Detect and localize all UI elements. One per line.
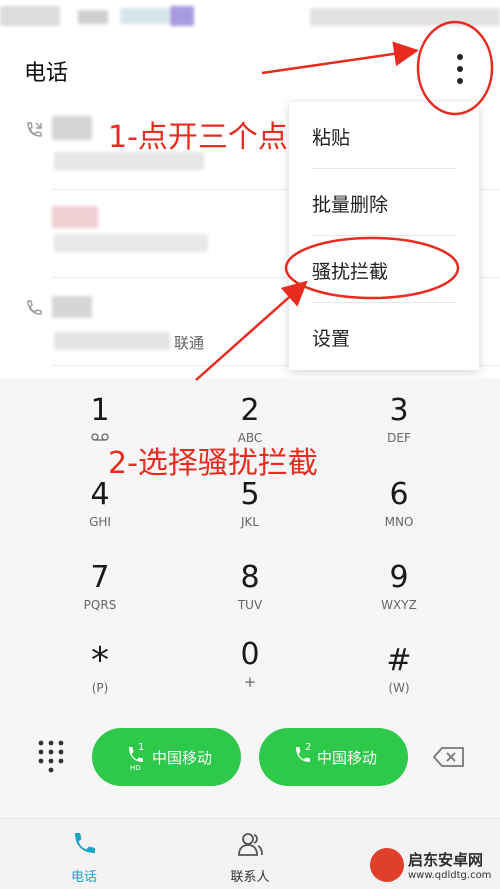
status-blur [0,6,60,26]
key-8[interactable]: 8 TUV [200,561,300,631]
nav-tab-contacts[interactable]: 联系人 [190,819,310,889]
key-letters: TUV [237,598,263,612]
status-blur [310,8,500,26]
key-digit: 1 [90,393,110,428]
key-digit: 6 [389,477,409,512]
key-letters: JKL [240,515,260,529]
backspace-icon[interactable] [433,746,465,768]
overflow-menu: 粘贴 批量删除 骚扰拦截 设置 [289,102,479,370]
key-letters: GHI [89,515,111,529]
menu-item-label: 批量删除 [312,194,389,216]
sim-number: 1 [138,742,145,753]
status-blur [78,10,108,24]
key-letters: (W) [388,681,410,695]
key-digit: 0 [240,637,260,672]
key-hash[interactable]: # (W) [349,644,449,714]
key-letters: WXYZ [381,598,417,612]
key-letters: (P) [91,681,109,695]
key-7[interactable]: 7 PQRS [50,561,150,631]
dialpad-grid-icon[interactable] [36,738,66,774]
nav-label: 联系人 [230,870,270,885]
key-5[interactable]: 5 JKL [200,478,300,548]
phone-icon [75,833,95,853]
key-digit: 3 [389,393,409,428]
key-4[interactable]: 4 GHI [50,478,150,548]
status-blur [120,8,170,24]
key-letters: DEF [387,431,411,445]
menu-item-harassment-block[interactable]: 骚扰拦截 [289,236,479,303]
key-digit: 5 [240,477,260,512]
menu-item-label: 骚扰拦截 [312,261,389,283]
watermark: 启东安卓网 www.qdldtg.com [370,848,496,886]
key-letters: MNO [384,515,414,529]
menu-item-label: 粘贴 [312,127,351,149]
menu-item-label: 设置 [312,328,351,350]
key-star[interactable]: * (P) [50,640,150,714]
call-button-label: 中国移动 [152,749,213,767]
call-button-label: 中国移动 [317,749,378,767]
key-digit: 8 [240,560,260,595]
key-digit: 4 [90,477,110,512]
watermark-url: www.qdldtg.com [408,870,492,881]
call-button-sim1[interactable]: 1 HD 中国移动 [92,728,241,786]
annotation-step1: 1-点开三个点 [108,120,288,155]
key-0[interactable]: 0 + [200,638,300,708]
key-3[interactable]: 3 DEF [349,394,449,464]
menu-item-paste[interactable]: 粘贴 [289,102,479,169]
contacts-icon [238,833,263,856]
key-digit: 9 [389,560,409,595]
hd-badge: HD [130,764,141,772]
menu-item-batch-delete[interactable]: 批量删除 [289,169,479,236]
watermark-logo-icon [370,848,404,882]
watermark-name: 启东安卓网 [408,851,484,869]
key-digit: 7 [90,560,110,595]
status-bar [0,0,500,34]
menu-item-settings[interactable]: 设置 [289,303,479,370]
key-digit: 2 [240,393,260,428]
sim-number: 2 [305,742,312,753]
status-blur [170,6,194,26]
call-log-icon [27,122,42,137]
call-carrier: 联通 [174,334,205,352]
more-menu-button[interactable] [430,46,490,92]
key-digit: # [386,643,412,678]
app-header: 电话 [0,34,500,102]
page-title: 电话 [24,61,69,86]
key-9[interactable]: 9 WXYZ [349,561,449,631]
key-letters: + [243,673,257,691]
nav-tab-phone[interactable]: 电话 [24,819,144,889]
nav-label: 电话 [70,870,97,885]
annotation-step2: 2-选择骚扰拦截 [108,446,318,481]
call-log-icon [27,300,42,315]
key-digit: * [91,640,109,681]
key-letters: PQRS [83,598,117,612]
key-6[interactable]: 6 MNO [349,478,449,548]
call-button-sim2[interactable]: 2 中国移动 [259,728,408,786]
